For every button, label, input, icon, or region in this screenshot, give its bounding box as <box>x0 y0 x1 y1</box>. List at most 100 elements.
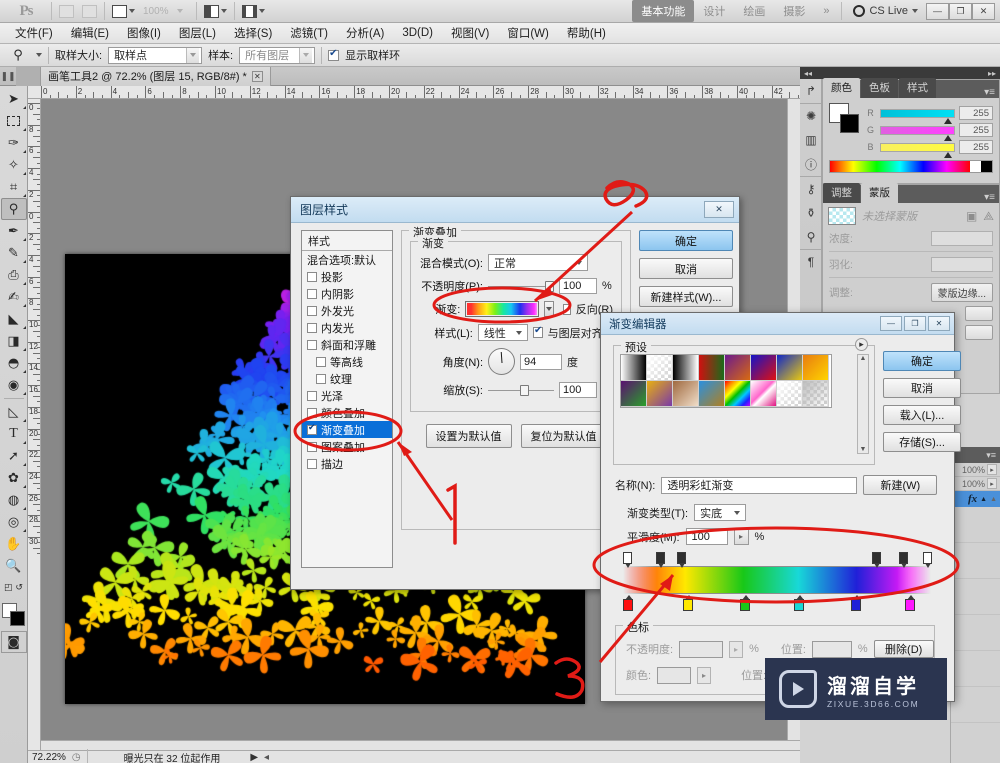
channel-value-g[interactable]: 255 <box>959 123 993 137</box>
path-selection-tool[interactable]: ➚ <box>1 445 27 467</box>
cancel-button[interactable]: 取消 <box>639 258 733 279</box>
collapse-left-icon[interactable]: ◂◂ <box>804 69 812 78</box>
workspace-tab-painting[interactable]: 绘画 <box>734 0 774 22</box>
color-range-button[interactable] <box>965 306 993 321</box>
style-item-texture[interactable]: 纹理 <box>302 370 392 387</box>
gradient-preview-swatch[interactable] <box>465 301 539 317</box>
drag-handle-icon[interactable]: ❚❚ <box>0 67 16 86</box>
scroll-up-icon[interactable]: ▲ <box>860 355 867 362</box>
spot-healing-brush-tool[interactable]: ✒ <box>1 220 27 242</box>
opacity-stop-handle[interactable] <box>872 552 881 568</box>
color-stop-handle[interactable] <box>905 595 915 611</box>
menu-filter[interactable]: 滤镜(T) <box>281 23 337 43</box>
delete-opacity-stop-button[interactable]: 删除(D) <box>873 640 934 658</box>
fill-stepper-icon[interactable]: ▸ <box>987 478 997 489</box>
preset-gradient-swatch[interactable] <box>647 381 673 407</box>
angle-value[interactable]: 94 <box>520 353 562 370</box>
gradient-type-select[interactable]: 实底 <box>694 504 747 521</box>
default-colors-icon[interactable]: ◰ ↺ <box>1 577 27 599</box>
color-stop-handle[interactable] <box>851 595 861 611</box>
preset-gradient-swatch[interactable] <box>803 355 829 381</box>
align-with-layer-checkbox[interactable] <box>533 325 543 338</box>
preset-gradient-swatch[interactable] <box>777 381 803 407</box>
menu-edit[interactable]: 编辑(E) <box>62 23 118 43</box>
style-item-color-overlay[interactable]: 颜色叠加 <box>302 404 392 421</box>
dodge-tool[interactable]: ◉ <box>1 374 27 396</box>
opacity-stop-handle[interactable] <box>623 552 632 568</box>
preset-gradient-swatch[interactable] <box>751 355 777 381</box>
channel-slider-b[interactable] <box>880 142 955 158</box>
background-swatch[interactable] <box>840 114 859 133</box>
panel-menu-icon[interactable]: ▾≡ <box>984 87 999 98</box>
gradient-tool[interactable]: ◨ <box>1 330 27 352</box>
checkbox[interactable] <box>307 390 317 401</box>
checkbox[interactable] <box>307 458 317 469</box>
opacity-stop-handle[interactable] <box>677 552 686 568</box>
preset-swatch-grid[interactable] <box>620 354 832 408</box>
zoom-level-select[interactable]: 100% <box>139 2 173 21</box>
save-button[interactable]: 存储(S)... <box>883 432 961 452</box>
opacity-stop-handle[interactable] <box>899 552 908 568</box>
color-spectrum-ramp[interactable] <box>829 160 993 173</box>
style-item-outer-glow[interactable]: 外发光 <box>302 302 392 319</box>
quick-mask-toggle[interactable]: ◙ <box>0 631 27 653</box>
status-play-icon[interactable]: ▶ <box>250 752 258 763</box>
smoothness-stepper-icon[interactable]: ▸ <box>733 528 749 545</box>
zoom-tool[interactable]: 🔍 <box>1 555 27 577</box>
preset-gradient-swatch[interactable] <box>621 355 647 381</box>
style-item-contour[interactable]: 等高线 <box>302 353 392 370</box>
channel-value-r[interactable]: 255 <box>959 106 993 120</box>
tab-swatches[interactable]: 色板 <box>861 78 898 98</box>
style-item-gradient-overlay[interactable]: 渐变叠加 <box>302 421 392 438</box>
preset-gradient-swatch[interactable] <box>725 355 751 381</box>
panel-menu-icon[interactable]: ▾≡ <box>986 450 996 461</box>
eyedropper-tool[interactable]: ⚲ <box>0 198 27 220</box>
tab-color[interactable]: 颜色 <box>823 78 860 98</box>
hand-tool[interactable]: ✋ <box>1 533 27 555</box>
brush-presets-icon[interactable]: ⚱ <box>800 201 822 225</box>
ok-button[interactable]: 确定 <box>883 351 961 371</box>
scroll-up-icon[interactable]: ▲ <box>990 496 997 503</box>
tool-preset-chevron-icon[interactable] <box>36 53 42 57</box>
brush-tool[interactable]: ✎ <box>1 242 27 264</box>
opacity-stepper-icon[interactable]: ▸ <box>987 464 997 475</box>
3d-object-rotate-tool[interactable]: ◍ <box>1 489 27 511</box>
mini-bridge-icon[interactable] <box>78 2 101 21</box>
pen-tool[interactable]: ◺ <box>1 401 27 423</box>
panel-menu-icon[interactable]: ▾≡ <box>984 192 999 203</box>
layer-item[interactable] <box>951 651 1000 687</box>
minimize-button[interactable]: — <box>926 2 949 20</box>
maximize-icon[interactable]: ❐ <box>904 316 926 331</box>
status-zoom-value[interactable]: 72.22% <box>32 752 66 763</box>
preset-gradient-swatch[interactable] <box>777 355 803 381</box>
gradient-ramp[interactable] <box>623 566 931 594</box>
paragraph-icon[interactable]: ¶ <box>800 250 822 274</box>
menu-window[interactable]: 窗口(W) <box>498 23 558 43</box>
custom-shape-tool[interactable]: ✿ <box>1 467 27 489</box>
menu-3d[interactable]: 3D(D) <box>393 25 442 41</box>
lasso-tool[interactable]: ✑ <box>1 132 27 154</box>
show-sampling-ring-checkbox[interactable] <box>328 48 340 61</box>
preset-gradient-swatch[interactable] <box>699 355 725 381</box>
style-item-bevel-emboss[interactable]: 斜面和浮雕 <box>302 336 392 353</box>
scale-slider[interactable] <box>488 384 554 396</box>
move-tool[interactable]: ➤ <box>1 88 27 110</box>
style-item-blending-options[interactable]: 混合选项:默认 <box>302 251 392 268</box>
eraser-tool[interactable]: ◣ <box>1 308 27 330</box>
close-icon[interactable]: ✕ <box>928 316 950 331</box>
stop-opacity-stepper-icon[interactable]: ▸ <box>729 640 744 658</box>
style-item-drop-shadow[interactable]: 投影 <box>302 268 392 285</box>
workspace-tab-design[interactable]: 设计 <box>694 0 734 22</box>
opacity-value[interactable]: 100 <box>559 278 597 294</box>
invert-button[interactable] <box>965 325 993 340</box>
checkbox[interactable] <box>307 271 317 282</box>
style-item-stroke[interactable]: 描边 <box>302 455 392 472</box>
style-item-inner-glow[interactable]: 内发光 <box>302 319 392 336</box>
load-button[interactable]: 载入(L)... <box>883 405 961 425</box>
gradient-stop-editor[interactable] <box>623 552 932 618</box>
new-gradient-button[interactable]: 新建(W) <box>863 475 938 495</box>
checkbox[interactable] <box>307 322 317 333</box>
bridge-icon[interactable] <box>55 2 78 21</box>
crop-tool[interactable]: ⌗ <box>1 176 27 198</box>
channel-slider-g[interactable] <box>880 125 955 141</box>
